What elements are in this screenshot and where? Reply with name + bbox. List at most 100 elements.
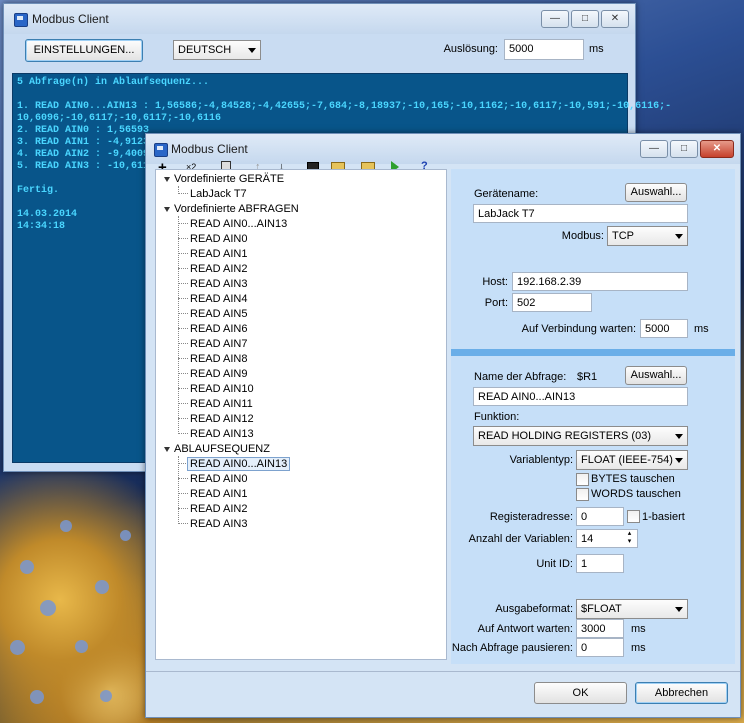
- tree-item[interactable]: READ AIN7: [190, 338, 247, 350]
- panel-divider: [451, 349, 735, 356]
- swap-bytes-label: BYTES tauschen: [591, 473, 675, 485]
- vartype-select-value: FLOAT (IEEE-754): [581, 454, 673, 466]
- expand-triangle-icon[interactable]: [164, 177, 170, 182]
- query-panel: Name der Abfrage: $R1 Auswahl... READ AI…: [451, 356, 735, 664]
- console-line: 4. READ AIN2 : -9,40094: [17, 149, 156, 160]
- chevron-down-icon: [675, 234, 683, 239]
- tree-item[interactable]: READ AIN3: [190, 278, 247, 290]
- tree-item[interactable]: READ AIN3: [190, 518, 247, 530]
- register-input[interactable]: 0: [576, 507, 624, 526]
- tree-item[interactable]: READ AIN1: [190, 488, 247, 500]
- console-line: Fertig.: [17, 185, 60, 196]
- connection-wait-input[interactable]: 5000: [640, 319, 688, 338]
- host-input[interactable]: 192.168.2.39: [512, 272, 688, 291]
- connection-wait-label: Auf Verbindung warten:: [521, 323, 636, 335]
- settings-button[interactable]: EINSTELLUNGEN...: [25, 39, 143, 62]
- tree-item[interactable]: READ AIN5: [190, 308, 247, 320]
- expand-triangle-icon[interactable]: [164, 207, 170, 212]
- console-line: 2. READ AIN0 : 1,56593: [17, 125, 150, 136]
- tree-header-sequence[interactable]: ABLAUFSEQUENZ: [174, 443, 270, 455]
- tree-item[interactable]: READ AIN6: [190, 323, 247, 335]
- pause-label: Nach Abfrage pausieren:: [451, 642, 573, 654]
- tree-item[interactable]: READ AIN1: [190, 248, 247, 260]
- pause-input[interactable]: 0: [576, 638, 624, 657]
- query-select-button[interactable]: Auswahl...: [625, 366, 687, 385]
- output-format-select[interactable]: $FLOAT: [576, 599, 688, 619]
- tree-item[interactable]: READ AIN4: [190, 293, 247, 305]
- console-line: 10,6096;-10,6117;-10,6117;-10,6116: [17, 113, 222, 124]
- query-name-var: $R1: [577, 371, 598, 383]
- tree-item[interactable]: READ AIN2: [190, 263, 247, 275]
- minimize-icon[interactable]: —: [541, 10, 569, 28]
- tree-item[interactable]: READ AIN0...AIN13: [190, 218, 287, 230]
- tree-item[interactable]: READ AIN10: [190, 383, 254, 395]
- tree-item[interactable]: READ AIN12: [190, 413, 254, 425]
- console-line: 1. READ AIN0...AIN13 : 1,56586;-4,84528;…: [17, 101, 672, 112]
- connection-wait-unit: ms: [694, 323, 709, 335]
- maximize-icon[interactable]: □: [670, 140, 698, 158]
- tree-item[interactable]: READ AIN2: [190, 503, 247, 515]
- app-icon: [154, 143, 168, 157]
- chevron-down-icon: [675, 434, 683, 439]
- resolution-input[interactable]: 5000: [504, 39, 584, 60]
- resolution-label: Auslösung:: [443, 43, 498, 55]
- vartype-select[interactable]: FLOAT (IEEE-754): [576, 450, 688, 470]
- settings-dialog: Modbus Client — □ ✕ + ×2 ↑ ↓ ? Vordefini…: [145, 133, 741, 718]
- ok-button[interactable]: OK: [534, 682, 627, 704]
- tree-item[interactable]: READ AIN8: [190, 353, 247, 365]
- function-select-value: READ HOLDING REGISTERS (03): [478, 430, 651, 442]
- tree-item[interactable]: READ AIN9: [190, 368, 247, 380]
- console-line: 14.03.2014: [17, 209, 78, 220]
- tree-item[interactable]: READ AIN13: [190, 428, 254, 440]
- device-select-button[interactable]: Auswahl...: [625, 183, 687, 202]
- main-window-titlebar[interactable]: Modbus Client — □ ✕: [4, 4, 635, 34]
- swap-words-label: WORDS tauschen: [591, 488, 681, 500]
- pause-unit: ms: [631, 642, 646, 654]
- swap-words-checkbox[interactable]: [576, 488, 589, 501]
- cancel-button[interactable]: Abbrechen: [635, 682, 728, 704]
- device-panel: Gerätename: Auswahl... LabJack T7 Modbus…: [451, 169, 735, 349]
- console-line: 14:34:18: [17, 221, 66, 232]
- modbus-select[interactable]: TCP: [607, 226, 688, 246]
- answer-wait-input[interactable]: 3000: [576, 619, 624, 638]
- answer-wait-unit: ms: [631, 623, 646, 635]
- close-icon[interactable]: ✕: [601, 10, 629, 28]
- tree-header-queries[interactable]: Vordefinierte ABFRAGEN: [174, 203, 299, 215]
- expand-triangle-icon[interactable]: [164, 447, 170, 452]
- tree-header-devices[interactable]: Vordefinierte GERÄTE: [174, 173, 284, 185]
- close-icon[interactable]: ✕: [700, 140, 734, 158]
- maximize-icon[interactable]: □: [571, 10, 599, 28]
- function-select[interactable]: READ HOLDING REGISTERS (03): [473, 426, 688, 446]
- host-label: Host:: [482, 276, 508, 288]
- vartype-label: Variablentyp:: [509, 454, 573, 466]
- tree-item-device[interactable]: LabJack T7: [190, 188, 247, 200]
- minimize-icon[interactable]: —: [640, 140, 668, 158]
- dialog-title: Modbus Client: [171, 142, 248, 156]
- swap-bytes-checkbox[interactable]: [576, 473, 589, 486]
- console-line: 5 Abfrage(n) in Ablaufsequenz...: [17, 77, 210, 88]
- tree-view[interactable]: Vordefinierte GERÄTE LabJack T7 Vordefin…: [155, 169, 447, 660]
- unit-id-input[interactable]: 1: [576, 554, 624, 573]
- resolution-unit: ms: [589, 43, 604, 55]
- output-format-label: Ausgabeformat:: [495, 603, 573, 615]
- tree-item[interactable]: READ AIN0...AIN13: [187, 457, 291, 471]
- device-name-label: Gerätename:: [474, 188, 539, 200]
- language-select[interactable]: DEUTSCH: [173, 40, 261, 60]
- tree-item[interactable]: READ AIN0: [190, 233, 247, 245]
- one-based-checkbox[interactable]: [627, 510, 640, 523]
- device-name-input[interactable]: LabJack T7: [473, 204, 688, 223]
- count-stepper[interactable]: ▴ ▾: [623, 530, 636, 547]
- footer-divider: [146, 671, 740, 672]
- one-based-label: 1-basiert: [642, 511, 685, 523]
- port-input[interactable]: 502: [512, 293, 592, 312]
- tree-item[interactable]: READ AIN11: [190, 398, 253, 410]
- language-select-value: DEUTSCH: [178, 44, 232, 56]
- unit-id-label: Unit ID:: [536, 558, 573, 570]
- count-label: Anzahl der Variablen:: [468, 533, 573, 545]
- query-name-input[interactable]: READ AIN0...AIN13: [473, 387, 688, 406]
- main-window-title: Modbus Client: [32, 12, 109, 26]
- register-label: Registeradresse:: [489, 511, 573, 523]
- chevron-down-icon: [675, 458, 683, 463]
- tree-item[interactable]: READ AIN0: [190, 473, 247, 485]
- port-label: Port:: [484, 297, 508, 309]
